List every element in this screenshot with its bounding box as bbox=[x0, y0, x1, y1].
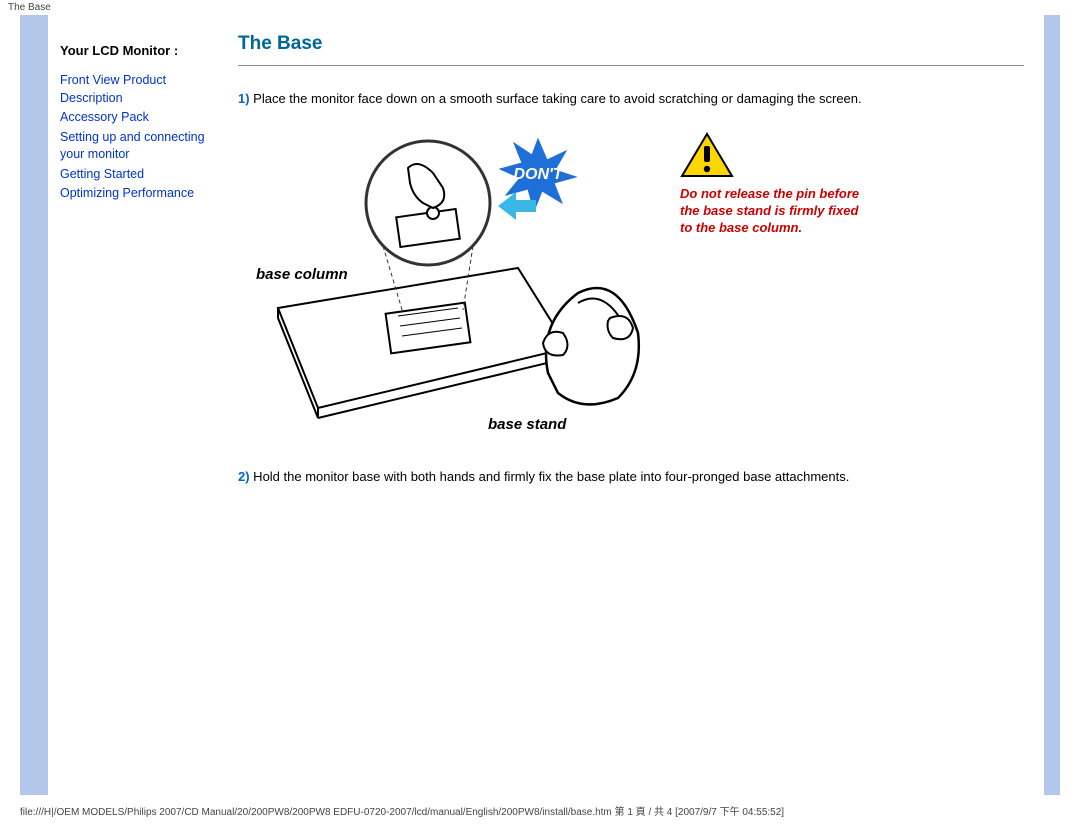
label-base-column: base column bbox=[256, 266, 348, 283]
main-content: The Base 1) Place the monitor face down … bbox=[238, 15, 1044, 795]
diagram-row: DON'T base column ba bbox=[238, 118, 1024, 438]
step-2-text: Hold the monitor base with both hands an… bbox=[250, 469, 850, 484]
dont-badge-text: DON'T bbox=[513, 166, 563, 183]
warning-text: Do not release the pin before the base s… bbox=[680, 186, 860, 237]
step-2: 2) Hold the monitor base with both hands… bbox=[238, 468, 1024, 486]
sidebar-link-optimizing[interactable]: Optimizing Performance bbox=[60, 185, 228, 203]
warning-icon bbox=[680, 132, 734, 180]
footer-path: file:///H|/OEM MODELS/Philips 2007/CD Ma… bbox=[0, 795, 1080, 822]
page-frame: Your LCD Monitor : Front View Product De… bbox=[20, 15, 1060, 795]
sidebar-heading: Your LCD Monitor : bbox=[60, 43, 228, 58]
step-1-text: Place the monitor face down on a smooth … bbox=[250, 91, 862, 106]
sidebar-link-accessory-pack[interactable]: Accessory Pack bbox=[60, 109, 228, 127]
assembly-diagram: DON'T base column ba bbox=[238, 118, 668, 438]
title-divider bbox=[238, 65, 1024, 66]
step-1-number: 1) bbox=[238, 91, 250, 106]
top-file-title: The Base bbox=[0, 0, 1080, 15]
sidebar-link-front-view[interactable]: Front View Product Description bbox=[60, 72, 228, 107]
sidebar-link-getting-started[interactable]: Getting Started bbox=[60, 166, 228, 184]
label-base-stand: base stand bbox=[488, 416, 566, 433]
step-2-number: 2) bbox=[238, 469, 250, 484]
sidebar-link-setup-connect[interactable]: Setting up and connecting your monitor bbox=[60, 129, 228, 164]
left-rail bbox=[20, 15, 48, 795]
page-title: The Base bbox=[238, 33, 1024, 55]
step-1: 1) Place the monitor face down on a smoo… bbox=[238, 90, 1024, 108]
sidebar: Your LCD Monitor : Front View Product De… bbox=[48, 15, 238, 795]
warning-block: Do not release the pin before the base s… bbox=[680, 118, 860, 237]
right-rail bbox=[1044, 15, 1060, 795]
